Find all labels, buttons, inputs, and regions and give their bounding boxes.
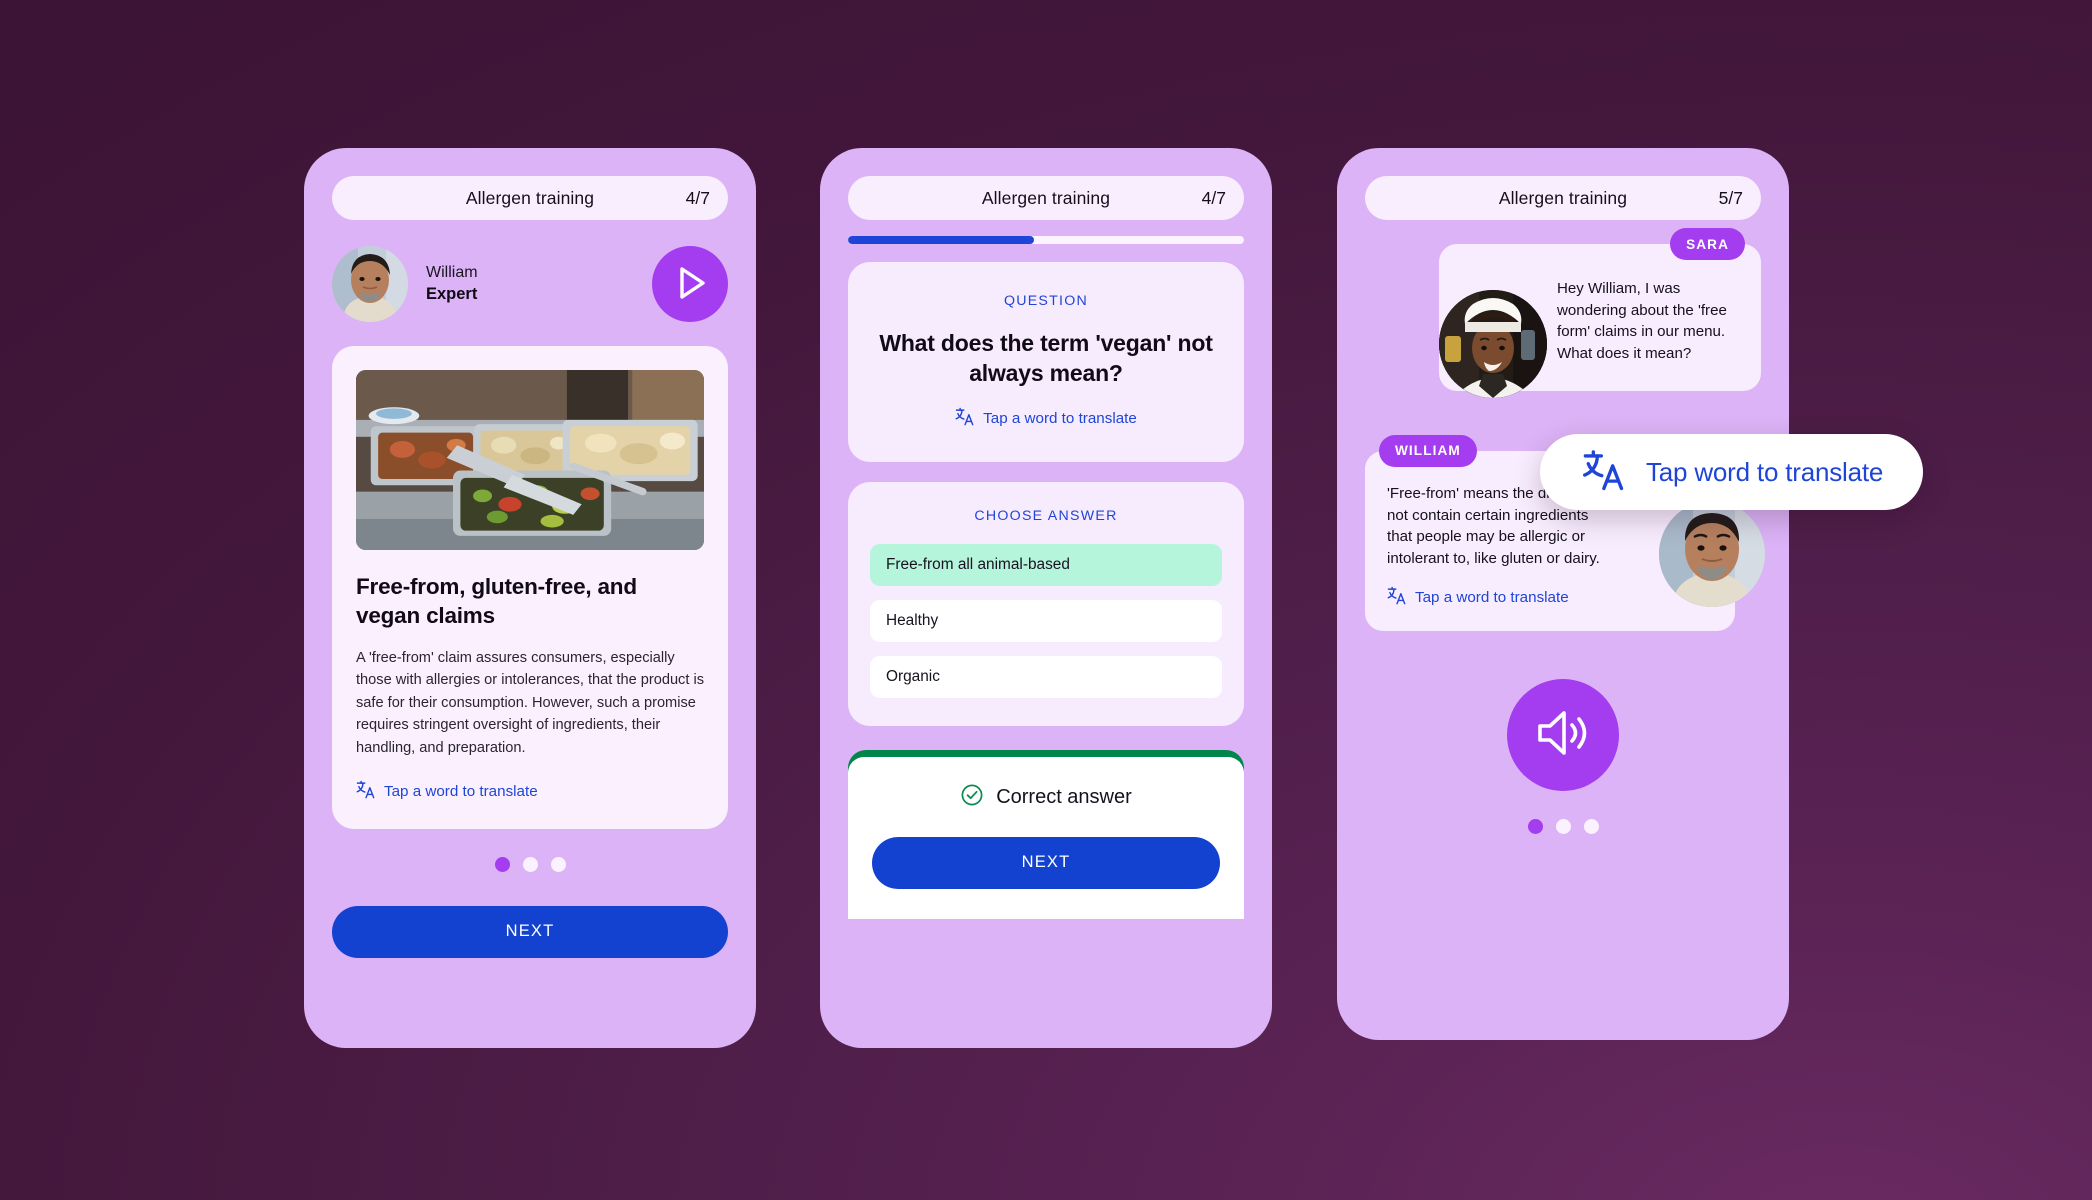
- progress-bar-fill: [848, 236, 1035, 244]
- speaker-volume-icon: [1534, 706, 1592, 763]
- buffet-steam-table-photo: [356, 370, 704, 550]
- topbar: Allergen training 5/7: [1365, 176, 1761, 220]
- chat-message-sara: SARA Hey William, I was wondering about …: [1439, 228, 1761, 398]
- lesson-title: Free-from, gluten-free, and vegan claims: [356, 574, 637, 629]
- chat-message-text: Hey William, I was wondering about the '…: [1557, 280, 1727, 363]
- next-button[interactable]: NEXT: [332, 905, 728, 958]
- topbar-progress-count: 4/7: [685, 187, 710, 208]
- feedback-status-label: Correct answer: [996, 786, 1132, 809]
- translate-icon: [356, 780, 375, 803]
- topbar-title: Allergen training: [465, 187, 595, 208]
- translate-link-label: Tap a word to translate: [1415, 588, 1569, 606]
- pagination-dot-3[interactable]: [1583, 818, 1599, 834]
- expert-row: William Expert: [332, 242, 728, 326]
- feedback-banner: Correct answer NEXT: [848, 749, 1244, 919]
- lesson-card: Free-from, gluten-free, and vegan claims…: [332, 346, 728, 829]
- answer-option[interactable]: Free-from all animal-based: [870, 543, 1222, 586]
- phone-screen-chat: Allergen training 5/7 SARA Hey William, …: [1337, 148, 1789, 1040]
- chat-author-tag: WILLIAM: [1379, 434, 1477, 467]
- phone-screen-lesson: Allergen training 4/7 William Expert Fre…: [304, 148, 756, 1048]
- expert-role: Expert: [426, 284, 478, 303]
- check-circle-icon: [960, 783, 984, 813]
- topbar: Allergen training 4/7: [332, 176, 728, 220]
- translate-link-label: Tap a word to translate: [983, 409, 1137, 427]
- answer-list: Free-from all animal-based Healthy Organ…: [870, 543, 1222, 698]
- pagination-dot-2[interactable]: [522, 856, 538, 872]
- pagination-dots: [1365, 818, 1761, 834]
- answers-kicker: CHOOSE ANSWER: [974, 507, 1118, 524]
- expert-meta: William Expert: [426, 263, 478, 305]
- avatar-photo-william: [1659, 500, 1765, 607]
- chat-author-tag: SARA: [1670, 228, 1745, 260]
- topbar-progress-count: 4/7: [1201, 187, 1226, 208]
- speaker-button[interactable]: [1507, 678, 1619, 791]
- translate-callout-label: Tap word to translate: [1646, 456, 1884, 487]
- question-text: What does the term 'vegan' not always me…: [879, 330, 1213, 387]
- answer-option[interactable]: Organic: [870, 655, 1222, 698]
- pagination-dot-3[interactable]: [550, 856, 566, 872]
- chat-thread: SARA Hey William, I was wondering about …: [1365, 220, 1765, 834]
- translate-link[interactable]: Tap a word to translate: [356, 780, 704, 803]
- pagination-dot-2[interactable]: [1555, 818, 1571, 834]
- next-button[interactable]: NEXT: [872, 836, 1220, 889]
- translate-icon: [1387, 586, 1406, 609]
- pagination-dot-1[interactable]: [1527, 818, 1543, 834]
- topbar-progress-count: 5/7: [1718, 187, 1743, 208]
- pagination-dot-1[interactable]: [494, 856, 510, 872]
- translate-link[interactable]: Tap a word to translate: [1387, 586, 1615, 609]
- play-button[interactable]: [652, 246, 728, 322]
- avatar-photo-william: [332, 246, 408, 322]
- question-kicker: QUESTION: [1003, 293, 1089, 309]
- topbar: Allergen training 4/7: [848, 176, 1244, 220]
- translate-icon: [955, 407, 974, 430]
- avatar-photo-sara-chef: [1439, 290, 1547, 398]
- play-icon: [670, 262, 710, 307]
- progress-bar: [848, 236, 1244, 244]
- answer-option[interactable]: Healthy: [870, 599, 1222, 642]
- translate-link-label: Tap a word to translate: [384, 782, 538, 800]
- lesson-body: A 'free-from' claim assures consumers, e…: [356, 649, 705, 756]
- translate-link[interactable]: Tap a word to translate: [874, 407, 1218, 430]
- feedback-status: Correct answer: [872, 783, 1220, 813]
- translate-icon: [1582, 449, 1624, 496]
- translate-callout-pill[interactable]: Tap word to translate: [1540, 434, 1924, 510]
- pagination-dots: [332, 856, 728, 872]
- answers-card: CHOOSE ANSWER Free-from all animal-based…: [848, 481, 1244, 726]
- feedback-card: Correct answer NEXT: [848, 756, 1244, 919]
- expert-name: William: [426, 264, 478, 282]
- phone-screen-quiz: Allergen training 4/7 QUESTION What does…: [820, 148, 1272, 1048]
- question-card: QUESTION What does the term 'vegan' not …: [848, 262, 1244, 462]
- topbar-title: Allergen training: [981, 187, 1111, 208]
- topbar-title: Allergen training: [1498, 187, 1628, 208]
